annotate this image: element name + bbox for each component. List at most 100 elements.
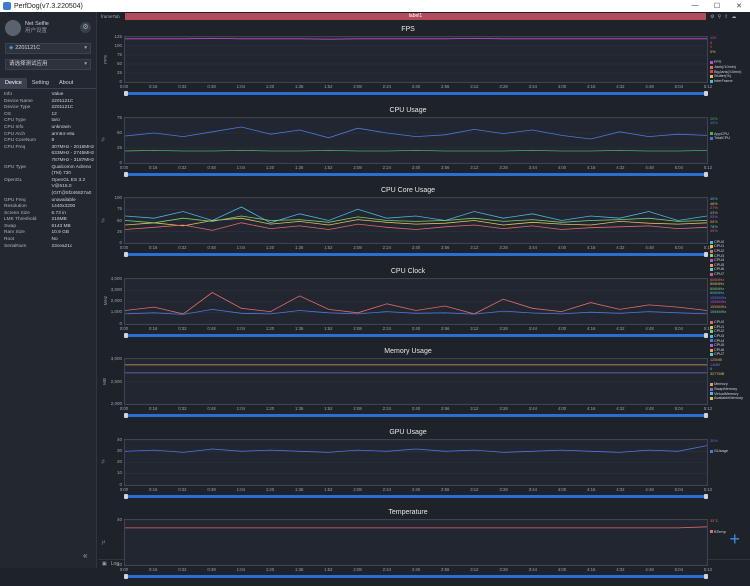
x-tick-label: 0:00 <box>119 325 129 331</box>
x-tick-label: 4:00 <box>557 486 567 492</box>
gear-icon[interactable]: ⚙ <box>80 22 91 33</box>
info-key: OpenGL <box>4 177 23 183</box>
chart-plot[interactable] <box>124 358 708 405</box>
tab-setting[interactable]: Setting <box>27 78 54 88</box>
slider-start-handle[interactable] <box>124 332 128 338</box>
legend-swatch <box>710 61 713 65</box>
chart-title: GPU Usage <box>389 428 427 436</box>
y-tick-label: 3,000 <box>110 286 122 292</box>
x-tick-label: 1:20 <box>265 245 275 250</box>
x-tick-label: 2:40 <box>411 406 421 411</box>
slider-end-handle[interactable] <box>704 171 708 177</box>
chart-panel: Memory Usage 3,000 2,500 2,000 MB 0:00 0:16 0:3… <box>98 344 743 425</box>
chart-plot[interactable] <box>124 277 708 325</box>
info-value: 8 <box>51 138 55 144</box>
x-tick-label: 0:16 <box>149 245 158 250</box>
slider-end-handle[interactable] <box>704 413 708 418</box>
info-value: unknown <box>51 124 71 130</box>
current-value: 0% <box>710 49 716 54</box>
legend-item[interactable]: BTemp <box>710 530 750 535</box>
slider-end-handle[interactable] <box>704 332 708 338</box>
maximize-button[interactable]: ☐ <box>706 2 728 10</box>
slider-start-handle[interactable] <box>124 252 128 257</box>
x-tick-label: 2:24 <box>382 245 391 250</box>
y-tick-label: 100 <box>114 43 122 48</box>
tab-about[interactable]: About <box>54 78 78 88</box>
chart-plot[interactable] <box>124 197 708 244</box>
legend-item[interactable]: InterFrame <box>710 79 750 84</box>
time-range-slider[interactable] <box>124 574 708 579</box>
chart-title: CPU Clock <box>390 267 426 275</box>
x-tick-label: 2:40 <box>411 84 421 89</box>
tab-device[interactable]: Device <box>0 78 27 88</box>
slider-start-handle[interactable] <box>124 171 128 177</box>
x-tick-label: 0:00 <box>119 164 129 170</box>
minimize-button[interactable]: — <box>684 2 706 10</box>
time-range-slider[interactable] <box>124 252 708 257</box>
time-range-slider[interactable] <box>124 171 708 177</box>
x-tick-label: 5:04 <box>674 406 683 411</box>
slider-end-handle[interactable] <box>704 252 708 257</box>
time-range-slider[interactable] <box>124 332 708 338</box>
x-tick-label: 0:48 <box>207 245 216 250</box>
current-values: 120 0 0 0% <box>710 36 716 54</box>
frametab-label[interactable]: frameTab <box>98 14 125 19</box>
collapse-sidebar-icon[interactable]: « <box>83 551 87 560</box>
x-tick-label: 4:00 <box>557 245 567 250</box>
x-tick-label: 1:20 <box>265 486 275 492</box>
current-values: 125MB 14MB 6 3277MB <box>710 358 724 376</box>
time-range-slider[interactable] <box>124 91 708 96</box>
legend-item[interactable]: GUsage <box>710 449 750 454</box>
device-select[interactable]: ◆ 2201121C ▾ <box>5 43 91 54</box>
x-tick-label: 3:28 <box>499 406 508 411</box>
info-row: Device Type 2201121C <box>4 105 96 112</box>
x-tick-label: 2:24 <box>382 84 391 89</box>
legend-swatch <box>710 449 713 453</box>
x-tick-label: 4:32 <box>616 486 625 492</box>
info-row: Ram Size 10.9 GB <box>4 230 96 237</box>
chart-plot[interactable] <box>124 116 708 164</box>
close-button[interactable]: ✕ <box>728 2 750 10</box>
legend-label: AvailableMemory <box>714 396 744 401</box>
time-range-slider[interactable] <box>124 493 708 499</box>
info-value: OpenGL ES 3.2 V@615.0 (GIT@5f246827a0 <box>51 177 92 196</box>
info-key: Device Type <box>4 105 31 111</box>
slider-start-handle[interactable] <box>124 574 128 579</box>
settings-icon[interactable]: ⚙ <box>710 14 714 20</box>
chart-panel: FPS 125 100 75 50 25 0 FPS 0:00 0:16 0:32 0:48 1:04 1… <box>98 22 741 103</box>
y-tick-label: 50 <box>116 217 122 223</box>
legend-swatch <box>710 330 713 334</box>
cloud-icon[interactable]: ☁ <box>731 14 736 20</box>
legend-item[interactable]: AvailableMemory <box>710 396 750 401</box>
label-bar[interactable]: label1 <box>125 13 706 20</box>
chart-legend: GUsage <box>710 449 750 454</box>
x-tick-label: 4:00 <box>557 325 567 331</box>
slider-start-handle[interactable] <box>124 91 128 96</box>
x-tick-label: 4:32 <box>616 325 625 331</box>
time-range-slider[interactable] <box>124 413 708 418</box>
slider-end-handle[interactable] <box>704 574 708 579</box>
x-tick-label: 4:16 <box>587 486 596 492</box>
info-value: 1440x3200 <box>51 204 76 210</box>
avatar[interactable] <box>5 19 21 36</box>
slider-end-handle[interactable] <box>704 493 708 499</box>
info-value: 10.9 GB <box>51 230 70 236</box>
slider-start-handle[interactable] <box>124 493 128 499</box>
app-select[interactable]: 请选择测试应用 ▾ <box>5 59 91 70</box>
chart-plot[interactable] <box>124 519 708 566</box>
info-value: taro <box>51 118 60 124</box>
legend-swatch <box>710 65 713 69</box>
x-tick-label: 4:48 <box>645 486 654 492</box>
x-tick-label: 4:48 <box>645 406 654 411</box>
upload-icon[interactable]: ⇧ <box>724 14 728 20</box>
current-values: 30% <box>710 439 718 444</box>
slider-start-handle[interactable] <box>124 413 128 418</box>
legend-item[interactable]: TotalCPU <box>710 136 750 141</box>
user-settings-link[interactable]: 用户设置 <box>25 28 49 35</box>
chart-plot[interactable] <box>124 36 708 83</box>
user-name: Net Selfie <box>25 20 49 27</box>
chart-plot[interactable] <box>124 438 708 486</box>
location-icon[interactable]: ⚲ <box>717 14 721 20</box>
slider-end-handle[interactable] <box>704 91 708 96</box>
current-value: 120 <box>710 36 717 40</box>
